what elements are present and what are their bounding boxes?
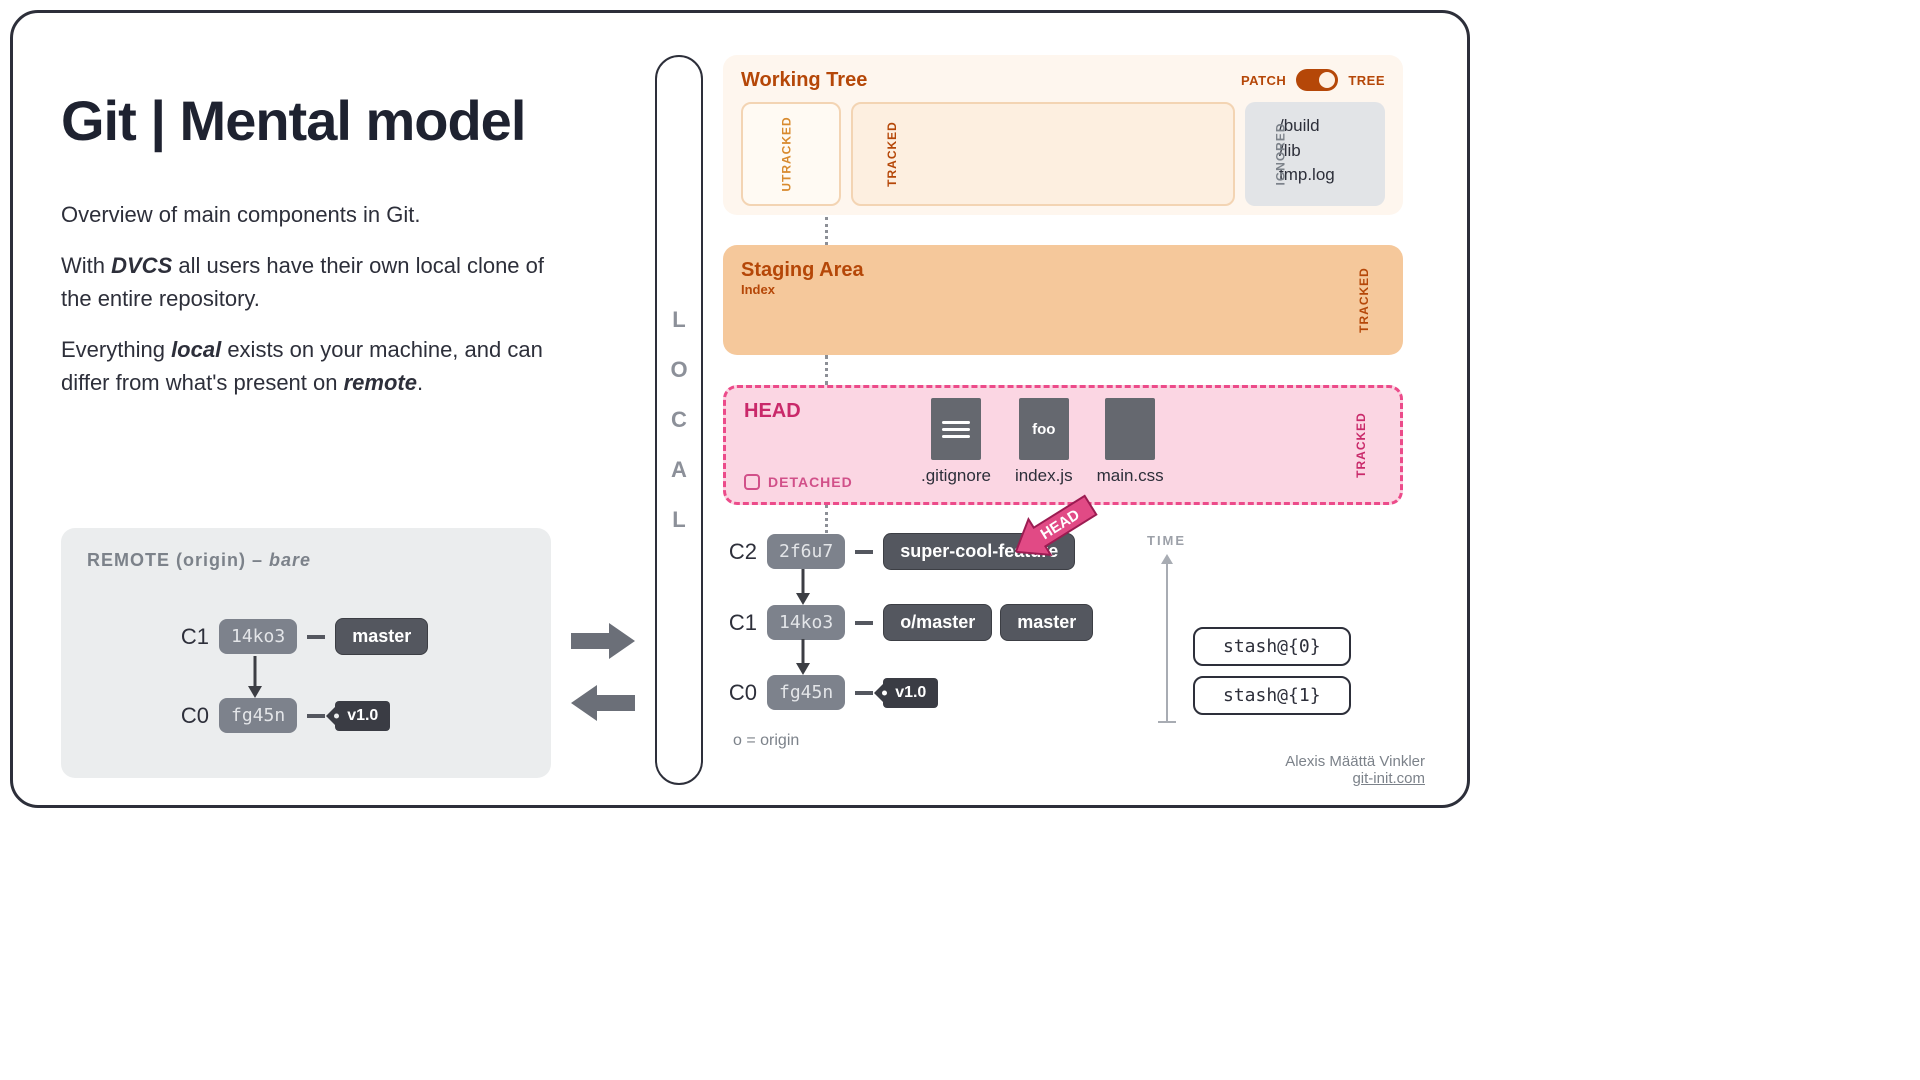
- head-files: .gitignore foo index.js main.css: [921, 398, 1164, 486]
- arrow-left-icon: [571, 685, 635, 721]
- commit-label: C0: [175, 703, 209, 729]
- ignored-box: IGNORED /build /lib tmp.log: [1245, 102, 1385, 206]
- untracked-box: UTRACKED: [741, 102, 841, 206]
- staging-sub: Index: [741, 282, 1385, 297]
- staging-title: Staging Area: [741, 259, 1385, 282]
- remote-title: REMOTE (origin) – bare: [87, 550, 525, 571]
- commit-label: C1: [175, 624, 209, 650]
- desc-p3: Everything local exists on your machine,…: [61, 333, 561, 399]
- tracked-box: TRACKED: [851, 102, 1235, 206]
- dotted-connector: [825, 505, 828, 533]
- working-tree-panel: Working Tree PATCH TREE UTRACKED TRACKED…: [723, 55, 1403, 215]
- file-icon: [931, 398, 981, 460]
- ignored-list: /build /lib tmp.log: [1279, 114, 1375, 188]
- remote-panel: REMOTE (origin) – bare C1 14ko3 master C…: [61, 528, 551, 778]
- file-indexjs: foo index.js: [1015, 398, 1073, 486]
- desc-p1: Overview of main components in Git.: [61, 198, 561, 231]
- stash-list: stash@{0} stash@{1}: [1193, 627, 1351, 715]
- local-label-pill: L O C A L: [655, 55, 703, 785]
- file-icon: foo: [1019, 398, 1069, 460]
- local-commits: C2 2f6u7 super-cool-feature C1 14ko3 o/m…: [723, 533, 1443, 750]
- stash-entry: stash@{1}: [1193, 676, 1351, 715]
- footer-credit: Alexis Määttä Vinkler git-init.com: [1285, 753, 1425, 787]
- desc-p2: With DVCS all users have their own local…: [61, 249, 561, 315]
- author-name: Alexis Määttä Vinkler: [1285, 753, 1425, 770]
- file-icon: [1105, 398, 1155, 460]
- detached-checkbox[interactable]: DETACHED: [744, 474, 853, 490]
- arrow-up-icon: [1161, 554, 1173, 564]
- dotted-connector: [825, 355, 828, 385]
- branch-master-local: master: [1000, 604, 1093, 641]
- head-panel: HEAD DETACHED TRACKED .gitignore foo ind…: [723, 385, 1403, 505]
- commit-hash: fg45n: [219, 698, 297, 733]
- stash-entry: stash@{0}: [1193, 627, 1351, 666]
- description: Overview of main components in Git. With…: [61, 198, 561, 417]
- tag-v1-local: v1.0: [883, 678, 938, 708]
- branch-master: master: [335, 618, 428, 655]
- toggle-label-patch: PATCH: [1241, 73, 1286, 88]
- page-title: Git | Mental model: [61, 88, 525, 153]
- tag-v1: v1.0: [335, 701, 390, 731]
- patch-tree-toggle[interactable]: PATCH TREE: [1241, 69, 1385, 91]
- local-column: Working Tree PATCH TREE UTRACKED TRACKED…: [723, 55, 1443, 750]
- dotted-connector: [825, 217, 828, 245]
- toggle-switch[interactable]: [1296, 69, 1338, 91]
- checkbox-icon[interactable]: [744, 474, 760, 490]
- diagram-frame: Git | Mental model Overview of main comp…: [10, 10, 1470, 808]
- connector-line: [307, 714, 325, 718]
- file-maincss: main.css: [1097, 398, 1164, 486]
- connector-line: [855, 691, 873, 695]
- arrow-down-icon: [793, 569, 813, 605]
- staging-area-panel: Staging Area Index TRACKED: [723, 245, 1403, 355]
- remote-commit-c1: C1 14ko3 master: [175, 618, 428, 655]
- toggle-label-tree: TREE: [1348, 73, 1385, 88]
- connector-line: [855, 550, 873, 554]
- arrow-down-icon: [245, 656, 265, 698]
- arrow-down-icon: [793, 639, 813, 675]
- file-gitignore: .gitignore: [921, 398, 991, 486]
- connector-line: [307, 635, 325, 639]
- remote-commit-c0: C0 fg45n v1.0: [175, 698, 390, 733]
- branch-o-master: o/master: [883, 604, 992, 641]
- commit-hash: 14ko3: [219, 619, 297, 654]
- site-link[interactable]: git-init.com: [1285, 770, 1425, 787]
- time-axis: TIME: [1147, 533, 1186, 723]
- origin-legend: o = origin: [733, 732, 1443, 750]
- arrow-right-icon: [571, 623, 635, 659]
- connector-line: [855, 621, 873, 625]
